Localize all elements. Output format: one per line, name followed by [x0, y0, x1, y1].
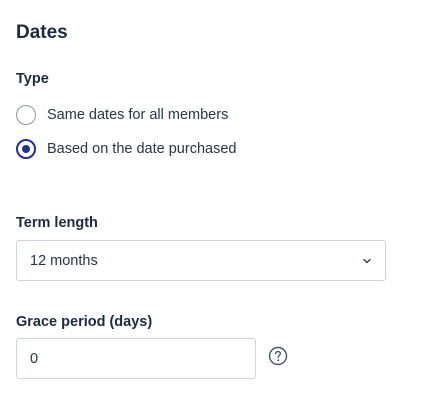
radio-date-purchased[interactable]: Based on the date purchased — [16, 139, 236, 159]
radio-date-purchased-label: Based on the date purchased — [47, 141, 237, 157]
radio-same-dates-indicator[interactable] — [16, 105, 36, 125]
radio-same-dates[interactable]: Same dates for all members — [16, 105, 228, 125]
chevron-down-icon — [363, 258, 371, 263]
help-circle-icon[interactable] — [268, 346, 288, 366]
type-label: Type — [16, 71, 49, 87]
dates-panel: Dates Type Same dates for all members Ba… — [0, 0, 427, 410]
term-length-value: 12 months — [30, 252, 98, 269]
grace-period-input[interactable] — [16, 338, 256, 379]
radio-date-purchased-indicator[interactable] — [16, 139, 36, 159]
radio-same-dates-label: Same dates for all members — [47, 107, 229, 123]
section-title: Dates — [16, 22, 68, 43]
grace-period-label: Grace period (days) — [16, 314, 153, 330]
term-length-label: Term length — [16, 215, 98, 231]
term-length-select[interactable]: 12 months — [16, 240, 386, 281]
